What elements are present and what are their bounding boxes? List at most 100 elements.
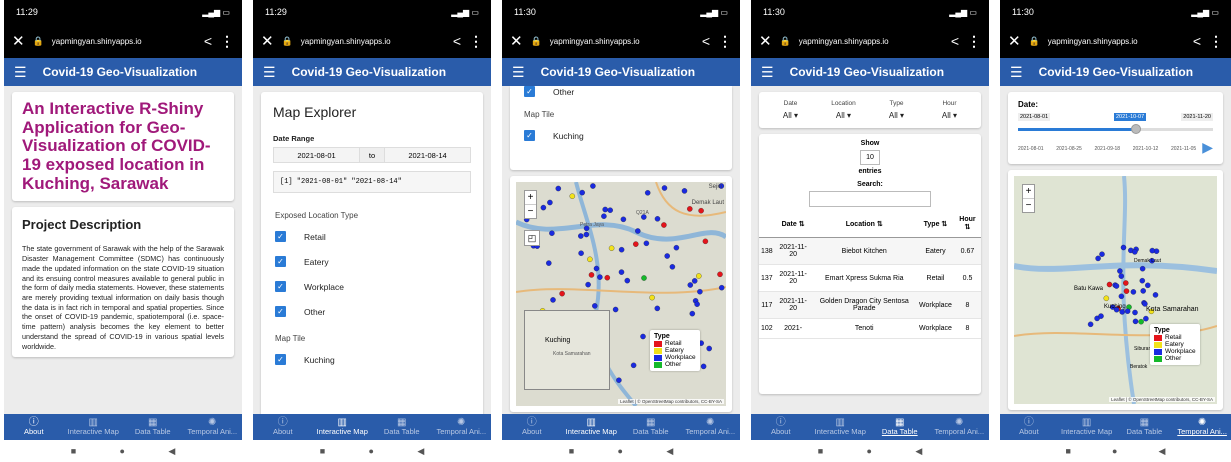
map-marker[interactable] — [700, 363, 707, 370]
map-marker[interactable] — [555, 185, 562, 192]
more-menu-icon[interactable]: ⋮ — [967, 33, 981, 50]
map-marker[interactable] — [1132, 318, 1139, 325]
map-marker[interactable] — [1106, 281, 1113, 288]
map-marker[interactable] — [578, 233, 584, 239]
close-icon[interactable]: ✕ — [261, 32, 274, 50]
checkbox-eatery[interactable]: ✓ Eatery — [261, 249, 483, 274]
map-marker[interactable] — [681, 188, 688, 194]
zoom-in-button[interactable]: + — [525, 191, 536, 205]
nav-about[interactable]: ⓘ About — [751, 414, 811, 440]
nav-interactive-map[interactable]: ▥ Interactive Map — [811, 414, 871, 440]
hamburger-icon[interactable]: ☰ — [761, 64, 774, 81]
close-icon[interactable]: ✕ — [759, 32, 772, 50]
nav-about[interactable]: ⓘ About — [502, 414, 562, 440]
nav-data-table[interactable]: ▦ Data Table — [870, 414, 930, 440]
map-marker[interactable] — [624, 277, 631, 284]
map-marker[interactable] — [612, 306, 619, 313]
back-key-icon[interactable]: ◀ — [915, 446, 922, 457]
map-marker[interactable] — [664, 253, 670, 259]
map-marker[interactable] — [1118, 293, 1125, 300]
nav-data-table[interactable]: ▦ Data Table — [621, 414, 681, 440]
map-marker[interactable] — [579, 189, 585, 196]
home-key-icon[interactable]: ● — [369, 446, 374, 456]
map-marker[interactable] — [1145, 282, 1151, 289]
back-key-icon[interactable]: ◀ — [417, 446, 424, 457]
date-to-input[interactable]: 2021-08-14 — [384, 147, 471, 163]
nav-about[interactable]: ⓘ About — [1000, 414, 1058, 440]
map-marker[interactable] — [585, 281, 591, 288]
map-marker[interactable] — [1143, 315, 1149, 322]
radio-kuching[interactable]: ✓ Kuching — [261, 347, 483, 372]
map-marker[interactable] — [559, 290, 565, 297]
close-icon[interactable]: ✕ — [1008, 32, 1021, 50]
map-marker[interactable] — [654, 305, 661, 312]
map-marker[interactable] — [1120, 244, 1127, 251]
map-marker[interactable] — [673, 244, 680, 251]
map-marker[interactable] — [630, 362, 637, 369]
url-text[interactable]: yapmingyan.shinyapps.io — [550, 37, 694, 46]
back-key-icon[interactable]: ◀ — [666, 446, 673, 457]
nav-about[interactable]: ⓘ About — [4, 414, 64, 440]
radio-kuching[interactable]: ✓ Kuching — [510, 123, 732, 148]
back-key-icon[interactable]: ◀ — [1159, 446, 1166, 457]
filter-location[interactable]: Location All ▾ — [820, 100, 867, 120]
minimap[interactable]: Kuching Kota Samarahan — [524, 310, 610, 390]
map-marker[interactable] — [661, 185, 668, 191]
map-marker[interactable] — [1140, 288, 1146, 294]
map-marker[interactable] — [640, 333, 646, 340]
map-marker[interactable] — [587, 256, 593, 263]
map-marker[interactable] — [669, 264, 676, 270]
search-input[interactable] — [809, 191, 931, 207]
map-marker[interactable] — [547, 199, 553, 206]
share-icon[interactable]: < — [951, 33, 959, 49]
map-marker[interactable] — [602, 206, 608, 213]
nav-interactive-map[interactable]: ▥ Interactive Map — [313, 414, 373, 440]
map-marker[interactable] — [661, 222, 667, 228]
map-marker[interactable] — [1124, 308, 1131, 314]
map-marker[interactable] — [643, 240, 650, 247]
map-marker[interactable] — [583, 231, 590, 238]
home-key-icon[interactable]: ● — [120, 446, 125, 456]
map-marker[interactable] — [1113, 283, 1120, 289]
map-marker[interactable] — [1118, 273, 1125, 279]
home-key-icon[interactable]: ● — [1112, 446, 1117, 456]
share-icon[interactable]: < — [1193, 33, 1201, 49]
map-marker[interactable] — [1130, 289, 1137, 295]
map-marker[interactable] — [635, 228, 641, 234]
map-marker[interactable] — [604, 274, 611, 281]
url-text[interactable]: yapmingyan.shinyapps.io — [301, 37, 445, 46]
more-menu-icon[interactable]: ⋮ — [718, 33, 732, 50]
col-hour[interactable]: Hour ⇅ — [953, 210, 981, 238]
map-marker[interactable] — [1098, 313, 1104, 319]
map-marker[interactable] — [593, 265, 600, 272]
col-location[interactable]: Location ⇅ — [811, 210, 917, 238]
slider-handle[interactable] — [1130, 124, 1141, 134]
map-marker[interactable] — [601, 213, 607, 219]
hamburger-icon[interactable]: ☰ — [1010, 64, 1023, 81]
map-marker[interactable] — [1139, 265, 1146, 272]
hamburger-icon[interactable]: ☰ — [263, 64, 276, 81]
map-marker[interactable] — [546, 260, 552, 266]
hamburger-icon[interactable]: ☰ — [14, 64, 27, 81]
recents-key-icon[interactable]: ■ — [71, 446, 76, 456]
map-marker[interactable] — [1119, 309, 1125, 315]
map-marker[interactable] — [718, 284, 725, 291]
map-marker[interactable] — [550, 297, 556, 303]
date-from-input[interactable]: 2021-08-01 — [273, 147, 360, 163]
zoom-out-button[interactable]: − — [1023, 199, 1034, 212]
map-marker[interactable] — [689, 310, 696, 317]
nav-temporal[interactable]: ✺ Temporal Ani... — [930, 414, 990, 440]
map-marker[interactable] — [1152, 292, 1159, 298]
checkbox-workplace[interactable]: ✓ Workplace — [261, 274, 483, 299]
play-icon[interactable]: ▶ — [1202, 139, 1213, 156]
minimap-toggle-icon[interactable]: ◰ — [524, 230, 540, 246]
map-marker[interactable] — [698, 207, 704, 214]
recents-key-icon[interactable]: ■ — [818, 446, 823, 456]
map-marker[interactable] — [1117, 268, 1123, 274]
map-marker[interactable] — [1099, 251, 1105, 257]
map-marker[interactable] — [616, 377, 622, 383]
map-marker[interactable] — [1132, 249, 1138, 255]
filter-date[interactable]: Date All ▾ — [767, 100, 814, 120]
col-date[interactable]: Date ⇅ — [774, 210, 812, 238]
leaflet-map[interactable]: + − ◰ Kuching Kota Samarahan Sejin Demak … — [516, 182, 726, 406]
